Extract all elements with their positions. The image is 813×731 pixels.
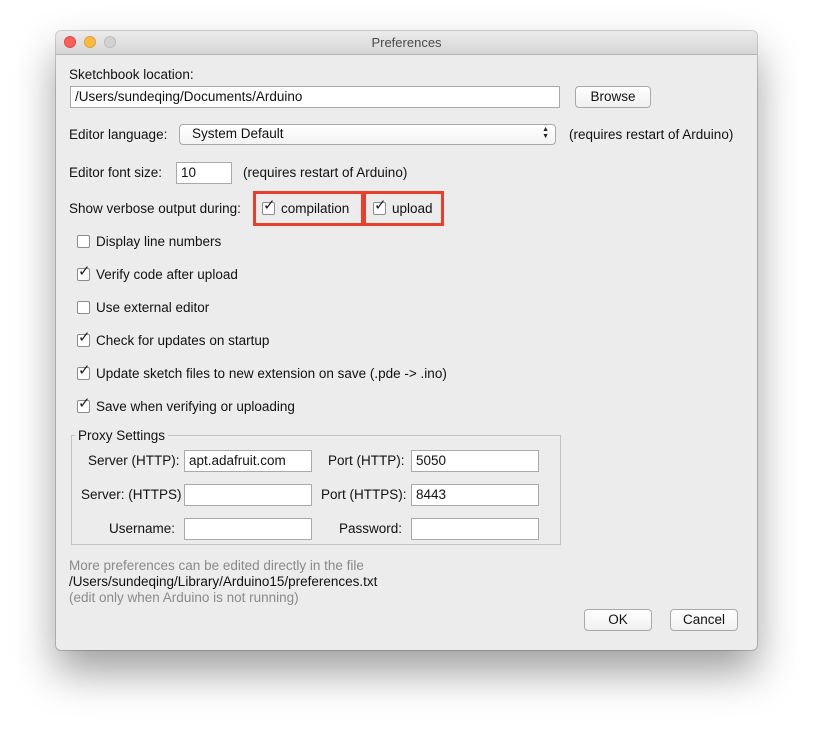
title-bar[interactable]: Preferences: [56, 31, 757, 55]
update-sketch-extension-label[interactable]: Update sketch files to new extension on …: [96, 366, 447, 382]
server-https-label: Server: (HTTPS): [81, 487, 182, 502]
compilation-label[interactable]: compilation: [281, 201, 349, 217]
editor-language-label: Editor language:: [69, 127, 168, 142]
check-updates-label[interactable]: Check for updates on startup: [96, 333, 269, 349]
editor-font-size-field[interactable]: 10: [176, 162, 232, 184]
port-http-field[interactable]: 5050: [411, 450, 539, 472]
proxy-settings-title: Proxy Settings: [75, 429, 169, 443]
use-external-editor-checkbox[interactable]: [77, 301, 90, 314]
checkmark-icon: ✓: [78, 394, 91, 412]
verify-after-upload-label[interactable]: Verify code after upload: [96, 267, 238, 283]
checkmark-icon: ✓: [78, 361, 91, 379]
upload-checkbox[interactable]: ✓: [373, 197, 387, 215]
port-https-field[interactable]: 8443: [411, 484, 539, 506]
cancel-button[interactable]: Cancel: [670, 609, 738, 631]
update-sketch-extension-checkbox[interactable]: ✓: [77, 362, 91, 380]
preferences-file-path: /Users/sundeqing/Library/Arduino15/prefe…: [69, 574, 378, 589]
checkmark-icon: ✓: [78, 328, 91, 346]
window-title: Preferences: [371, 35, 442, 50]
sketchbook-location-field[interactable]: /Users/sundeqing/Documents/Arduino: [70, 86, 560, 108]
display-line-numbers-label[interactable]: Display line numbers: [96, 234, 221, 250]
password-label: Password:: [339, 521, 403, 536]
username-field[interactable]: [184, 518, 312, 540]
editor-font-size-note: (requires restart of Arduino): [243, 165, 408, 180]
edit-warning-note: (edit only when Arduino is not running): [69, 590, 299, 605]
verify-after-upload-checkbox[interactable]: ✓: [77, 263, 91, 281]
editor-language-value: System Default: [192, 126, 284, 141]
save-when-verifying-label[interactable]: Save when verifying or uploading: [96, 399, 295, 415]
checkmark-icon: ✓: [78, 262, 91, 280]
use-external-editor-label[interactable]: Use external editor: [96, 300, 209, 316]
display-line-numbers-checkbox[interactable]: [77, 235, 90, 248]
server-https-field[interactable]: [184, 484, 312, 506]
server-http-label: Server (HTTP):: [88, 453, 180, 468]
upload-label[interactable]: upload: [392, 201, 433, 217]
sketchbook-location-label: Sketchbook location:: [69, 67, 194, 82]
compilation-checkbox[interactable]: ✓: [262, 197, 276, 215]
editor-language-select[interactable]: System Default ▲ ▼: [179, 124, 556, 145]
checkmark-icon: ✓: [263, 196, 276, 214]
save-when-verifying-checkbox[interactable]: ✓: [77, 395, 91, 413]
select-arrows-icon: ▲ ▼: [542, 126, 549, 140]
more-preferences-note: More preferences can be edited directly …: [69, 558, 364, 573]
editor-language-note: (requires restart of Arduino): [569, 127, 734, 142]
check-updates-checkbox[interactable]: ✓: [77, 329, 91, 347]
server-http-field[interactable]: apt.adafruit.com: [184, 450, 312, 472]
password-field[interactable]: [411, 518, 539, 540]
port-https-label: Port (HTTPS):: [321, 487, 407, 502]
checkmark-icon: ✓: [374, 196, 387, 214]
ok-button[interactable]: OK: [584, 609, 652, 631]
username-label: Username:: [109, 521, 176, 536]
verbose-output-label: Show verbose output during:: [69, 201, 241, 216]
preferences-window: Preferences Sketchbook location: /Users/…: [56, 31, 757, 650]
browse-button[interactable]: Browse: [575, 86, 651, 108]
port-http-label: Port (HTTP):: [328, 453, 405, 468]
editor-font-size-label: Editor font size:: [69, 165, 163, 180]
